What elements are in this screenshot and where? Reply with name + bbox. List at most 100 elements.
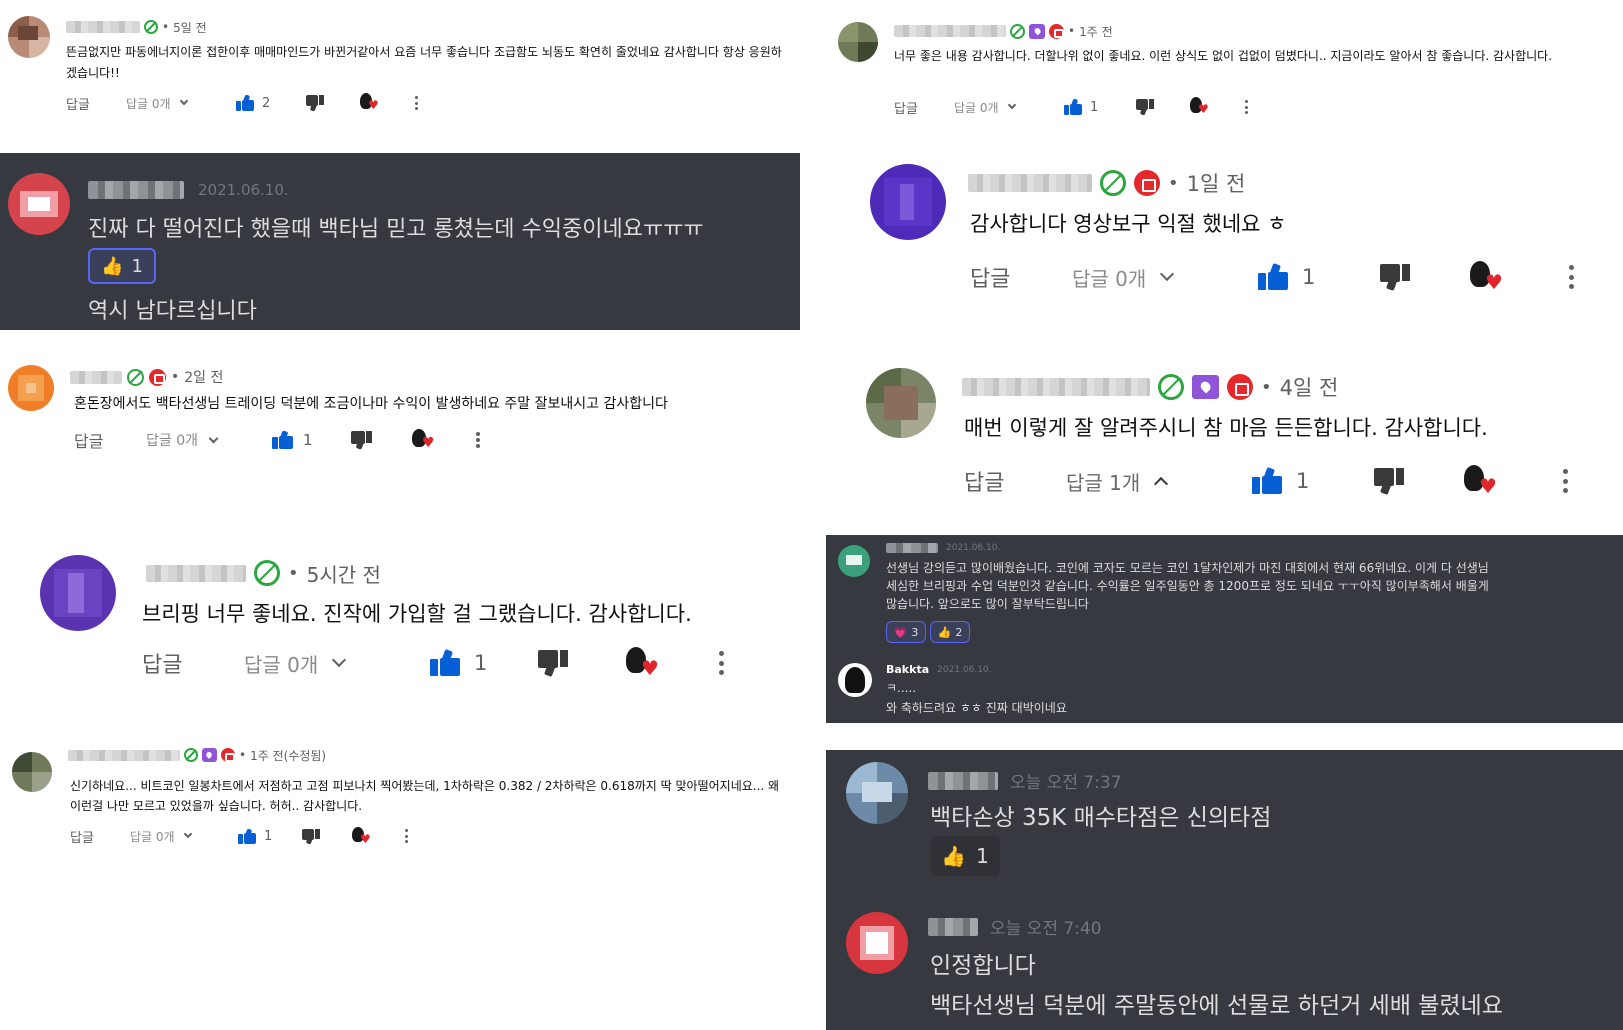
avatar[interactable] (8, 16, 50, 58)
like-count: 1 (1296, 469, 1310, 493)
username[interactable] (968, 174, 1092, 192)
more-vert-icon[interactable] (1244, 100, 1248, 114)
discord-message: 2021.06.10. 선생님 강의듣고 많이배웠습니다. 코인에 코자도 모르… (826, 535, 1623, 723)
comment-time[interactable]: 5일 전 (173, 19, 207, 36)
subscriber-badge-icon (1227, 374, 1253, 400)
message-text: 와 축하드려요 ㅎㅎ 진짜 대박이네요 (886, 701, 1067, 715)
more-vert-icon[interactable] (476, 432, 480, 448)
member-badge-icon (254, 560, 280, 586)
avatar[interactable] (8, 173, 70, 235)
thumb-down-icon[interactable] (302, 828, 320, 845)
avatar[interactable] (838, 663, 872, 697)
comment-actions: 답글 답글 0개 2 ♥ (66, 92, 418, 114)
chevron-down-icon (183, 829, 192, 839)
replies-toggle[interactable]: 답글 0개 (244, 649, 430, 678)
reply-button[interactable]: 답글 (970, 261, 1072, 293)
username[interactable] (70, 370, 122, 384)
more-vert-icon[interactable] (1568, 265, 1574, 289)
username[interactable] (928, 917, 978, 936)
replies-toggle[interactable]: 답글 0개 (126, 95, 236, 112)
username[interactable] (146, 564, 246, 582)
yt-comment: • 5일 전 뜬금없지만 파동에너지이론 접한이후 매매마인드가 바뀐거같아서 … (0, 0, 790, 145)
comment-actions: 답글 답글 0개 1 ♥ (142, 646, 724, 680)
avatar[interactable] (846, 762, 908, 824)
avatar[interactable] (866, 368, 936, 438)
more-vert-icon[interactable] (718, 651, 724, 675)
replies-toggle[interactable]: 답글 0개 (146, 430, 272, 450)
username[interactable]: Bakkta (886, 663, 929, 676)
yt-comment: • 5시간 전 브리핑 너무 좋네요. 진작에 가입할 걸 그랬습니다. 감사합… (0, 530, 800, 700)
message-text: 역시 남다르십니다 (88, 299, 257, 324)
reply-button[interactable]: 답글 (142, 647, 244, 679)
thumb-up-icon[interactable] (272, 430, 293, 449)
avatar[interactable] (838, 22, 878, 62)
reply-button[interactable]: 답글 (66, 94, 126, 113)
username[interactable] (88, 181, 184, 199)
avatar[interactable] (846, 912, 908, 974)
avatar[interactable] (838, 545, 870, 577)
thumb-up-icon[interactable] (236, 94, 254, 111)
avatar[interactable] (870, 164, 946, 240)
subscriber-badge-icon (221, 748, 235, 762)
thumb-up-icon[interactable] (1064, 98, 1082, 115)
comment-text: 브리핑 너무 좋네요. 진작에 가입할 걸 그랬습니다. 감사합니다. (142, 602, 692, 626)
username[interactable] (886, 543, 938, 553)
member-badge-icon (184, 748, 198, 762)
reply-button[interactable]: 답글 (70, 827, 130, 846)
avatar[interactable] (12, 752, 52, 792)
username[interactable] (928, 771, 998, 790)
comment-time[interactable]: 2일 전 (184, 367, 223, 387)
thumb-down-icon[interactable] (1380, 264, 1410, 291)
reply-button[interactable]: 답글 (74, 428, 146, 452)
chevron-down-icon (179, 96, 188, 106)
comment-time[interactable]: 4일 전 (1280, 372, 1339, 402)
reply-button[interactable]: 답글 (894, 98, 954, 117)
message-text: 인정합니다 (930, 953, 1036, 979)
comment-actions: 답글 답글 0개 1 ♥ (74, 428, 480, 452)
more-vert-icon[interactable] (404, 829, 408, 843)
replies-toggle[interactable]: 답글 0개 (1072, 263, 1258, 292)
replies-toggle[interactable]: 답글 1개 (1066, 467, 1252, 496)
reaction-thumbs-up[interactable]: 👍 2 (930, 621, 970, 643)
username[interactable] (962, 378, 1150, 396)
avatar[interactable] (40, 555, 116, 631)
more-vert-icon[interactable] (1562, 469, 1568, 493)
avatar[interactable] (8, 365, 54, 411)
thumb-down-icon[interactable] (1374, 468, 1404, 495)
message-time: 오늘 오전 7:40 (990, 919, 1102, 939)
subscriber-badge-icon (1134, 170, 1160, 196)
thumb-down-icon[interactable] (1136, 99, 1154, 116)
thumb-up-icon[interactable] (1252, 467, 1282, 494)
comment-time[interactable]: 5시간 전 (307, 559, 381, 588)
comment-text: 혼돈장에서도 백타선생님 트레이딩 덕분에 조금이나마 수익이 발생하네요 주말… (74, 396, 668, 412)
comment-time[interactable]: 1일 전 (1187, 168, 1246, 198)
username[interactable] (66, 21, 140, 33)
creator-heart-icon: ♥ (410, 429, 436, 451)
thumb-down-icon[interactable] (351, 431, 372, 450)
more-vert-icon[interactable] (414, 96, 418, 110)
reply-button[interactable]: 답글 (964, 465, 1066, 497)
thumb-down-icon[interactable] (306, 95, 324, 112)
chevron-down-icon (332, 652, 347, 668)
username[interactable] (894, 25, 1006, 37)
reaction-thumbs-up[interactable]: 👍 1 (930, 836, 1000, 876)
creator-heart-icon: ♥ (1468, 261, 1504, 293)
message-time: 2021.06.10. (937, 664, 992, 675)
message-time: 오늘 오전 7:37 (1010, 773, 1122, 793)
thumb-down-icon[interactable] (538, 650, 568, 677)
message-text: 선생님 강의듣고 많이배웠습니다. 코인에 코자도 모르는 코인 1달차인제가 … (886, 561, 1489, 575)
member-badge-icon (1100, 170, 1126, 196)
username[interactable] (68, 749, 180, 761)
reaction-heart[interactable]: 💗 3 (886, 621, 926, 643)
comment-time[interactable]: 1주 전(수정됨) (250, 747, 326, 764)
creator-heart-icon: ♥ (624, 647, 660, 679)
comment-actions: 답글 답글 0개 1 ♥ (970, 260, 1574, 294)
replies-toggle[interactable]: 답글 0개 (954, 99, 1064, 116)
comment-time[interactable]: 1주 전 (1079, 23, 1113, 40)
replies-toggle[interactable]: 답글 0개 (130, 828, 238, 845)
thumb-up-icon[interactable] (1258, 263, 1288, 290)
comment-actions: 답글 답글 0개 1 ♥ (894, 96, 1248, 118)
thumb-up-icon[interactable] (430, 649, 460, 676)
thumb-up-icon[interactable] (238, 827, 256, 844)
reaction-thumbs-up[interactable]: 👍 1 (88, 248, 156, 284)
